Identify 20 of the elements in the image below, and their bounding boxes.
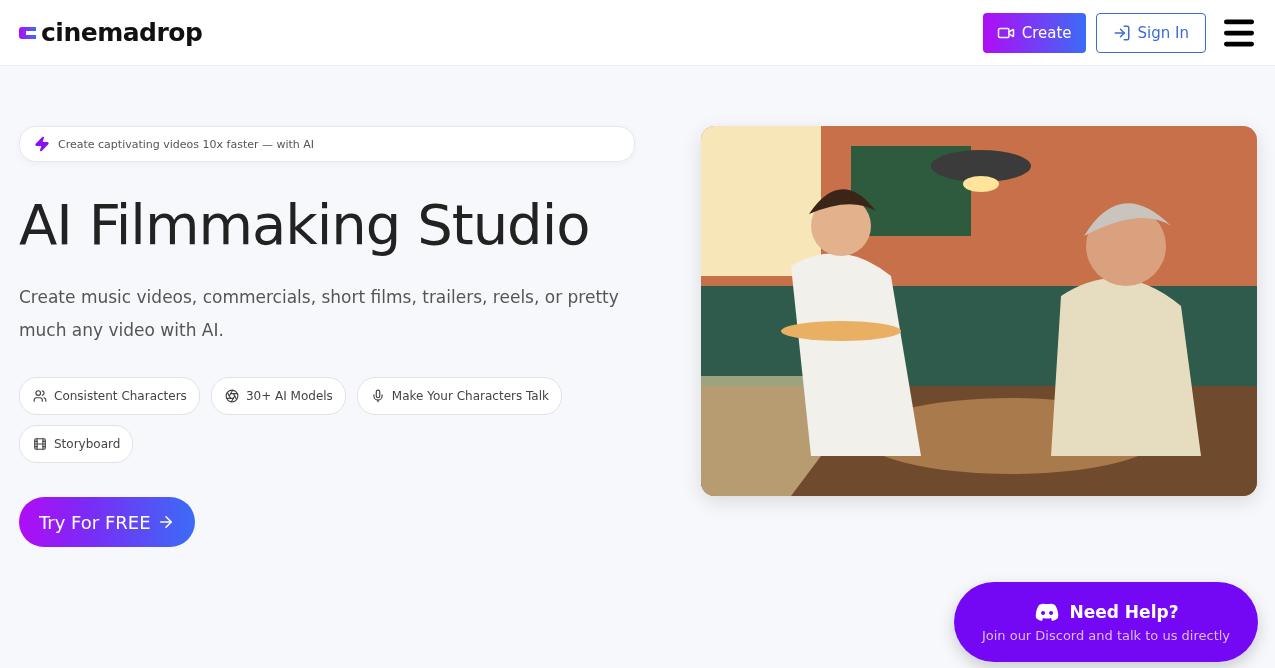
feature-chip: Consistent Characters xyxy=(19,377,200,415)
lightning-icon xyxy=(34,136,50,152)
hero-title: AI Filmmaking Studio xyxy=(19,192,591,257)
film-icon xyxy=(33,437,47,451)
help-button[interactable]: Need Help? Join our Discord and talk to us directly xyxy=(954,582,1258,662)
aperture-icon xyxy=(224,389,239,403)
sign-in-icon xyxy=(1112,23,1131,42)
hero-subtitle: Create music videos, commercials, short films, trailers, reels, or pretty much any video with AI. xyxy=(19,286,619,342)
feature-chip: Storyboard xyxy=(19,425,134,463)
try-free-button[interactable]: Try For FREE xyxy=(19,497,195,547)
logo-icon xyxy=(19,24,37,41)
feature-chip: Make Your Characters Talk xyxy=(356,377,562,415)
tagline-text: Create captivating videos 10x faster — with AI xyxy=(58,137,315,151)
sign-in-button[interactable]: Sign In xyxy=(1095,12,1206,53)
create-button[interactable]: Create xyxy=(982,12,1086,53)
gamepad-icon xyxy=(1033,601,1060,622)
logo-text[interactable]: cinemadrop xyxy=(41,18,203,47)
microphone-icon xyxy=(370,389,385,403)
feature-chip: 30+ AI Models xyxy=(210,377,346,415)
people-icon xyxy=(33,389,47,403)
